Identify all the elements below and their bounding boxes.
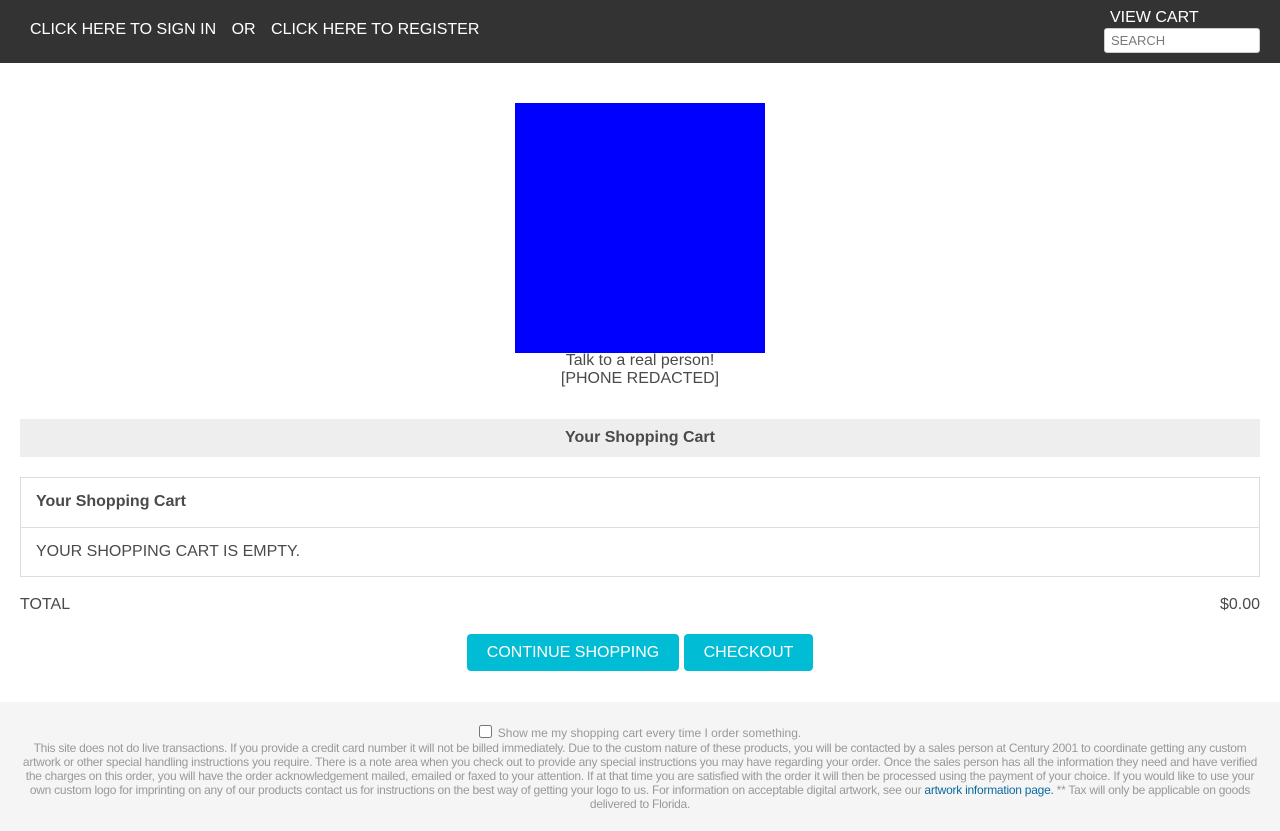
phone-number: [PHONE REDACTED] — [560, 370, 720, 387]
total-amount: $0.00 — [1219, 596, 1260, 613]
account-links: CLICK HERE TO SIGN IN OR CLICK HERE TO R… — [30, 21, 490, 39]
show-cart-option[interactable]: Show me my shopping cart every time I or… — [478, 725, 802, 740]
top-nav-bar: CLICK HERE TO SIGN IN OR CLICK HERE TO R… — [0, 0, 1280, 63]
artwork-info-link[interactable]: artwork information page. — [924, 783, 1053, 797]
register-link[interactable]: CLICK HERE TO REGISTER — [271, 21, 479, 39]
cart-table-header: Your Shopping Cart — [36, 493, 186, 510]
footer-disclaimer: This site does not do live transactions.… — [20, 741, 1260, 811]
sign-in-link[interactable]: CLICK HERE TO SIGN IN — [30, 21, 216, 39]
show-cart-checkbox[interactable] — [478, 725, 492, 738]
footer: Show me my shopping cart every time I or… — [0, 702, 1280, 831]
header-right: VIEW CART — [1104, 8, 1260, 53]
or-separator: OR — [231, 21, 256, 38]
talk-to-person-text: Talk to a real person! — [565, 352, 715, 369]
continue-shopping-button[interactable]: CONTINUE SHOPPING — [467, 634, 679, 671]
cart-section-title: Your Shopping Cart — [20, 419, 1260, 457]
promo-image — [515, 103, 765, 353]
show-cart-checkbox-label: Show me my shopping cart every time I or… — [497, 726, 802, 740]
cart-total-row: TOTAL $0.00 — [20, 595, 1260, 614]
checkout-button[interactable]: CHECKOUT — [684, 634, 813, 671]
cart-table: Your Shopping Cart YOUR SHOPPING CART IS… — [20, 477, 1260, 577]
search-input[interactable] — [1104, 28, 1260, 53]
cart-empty-message: YOUR SHOPPING CART IS EMPTY. — [21, 527, 1259, 576]
contact-promo: Talk to a real person! [PHONE REDACTED] — [0, 352, 1280, 388]
view-cart-link[interactable]: VIEW CART — [1104, 8, 1260, 27]
total-label: TOTAL — [20, 596, 71, 613]
